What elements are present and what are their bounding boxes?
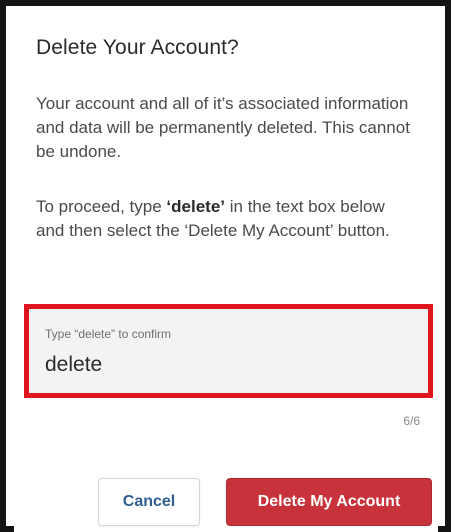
cancel-button[interactable]: Cancel	[98, 478, 200, 526]
character-counter: 6/6	[403, 414, 420, 428]
confirm-delete-input[interactable]	[45, 353, 405, 377]
confirm-field-label: Type “delete” to confirm	[45, 327, 172, 341]
dialog-title: Delete Your Account?	[36, 36, 239, 59]
instruction-text: To proceed, type ‘delete’ in the text bo…	[36, 195, 416, 243]
delete-account-dialog: Delete Your Account? Your account and al…	[14, 12, 438, 532]
instruction-keyword: ‘delete’	[166, 197, 226, 216]
delete-my-account-button[interactable]: Delete My Account	[226, 478, 432, 526]
instruction-prefix: To proceed, type	[36, 197, 167, 216]
confirm-delete-field[interactable]: Type “delete” to confirm	[24, 304, 433, 398]
warning-text: Your account and all of it’s associated …	[36, 94, 410, 161]
